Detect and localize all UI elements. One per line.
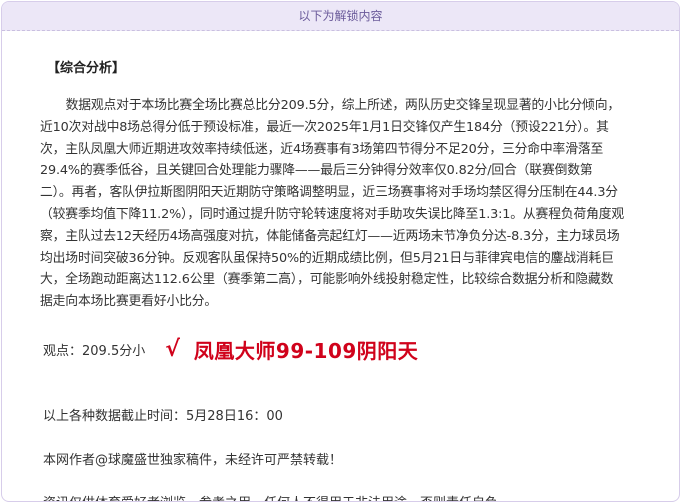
disclaimer: 资讯仅供体育爱好者浏览、参考之用。任何人不得用于非法用途，否则责任自负。	[43, 492, 511, 501]
unlock-banner-text: 以下为解锁内容	[298, 9, 383, 23]
analysis-paragraph: 数据观点对于本场比赛全场比赛总比分209.5分，综上所述，两队历史交锋呈现显著的…	[40, 98, 625, 310]
scrollbar[interactable]	[671, 2, 679, 501]
author-note: 本网作者@球魔盛世独家稿件，未经许可严禁转载！	[43, 453, 343, 468]
verdict-pick: 凤凰大师99-109阴阳天	[193, 338, 419, 363]
verdict-label: 观点：209.5分小	[43, 343, 146, 359]
section-title: 【综合分析】	[47, 61, 126, 76]
unlock-banner: 以下为解锁内容	[2, 2, 679, 31]
verdict-row: 观点：209.5分小 √ 凤凰大师99-109阴阳天	[43, 334, 418, 364]
data-cutoff-time: 以上各种数据截止时间：5月28日16：00	[43, 409, 283, 424]
article-frame: 以下为解锁内容 【综合分析】 数据观点对于本场比赛全场比赛总比分209.5分，综…	[1, 1, 680, 502]
check-mark-icon: √	[165, 336, 180, 362]
